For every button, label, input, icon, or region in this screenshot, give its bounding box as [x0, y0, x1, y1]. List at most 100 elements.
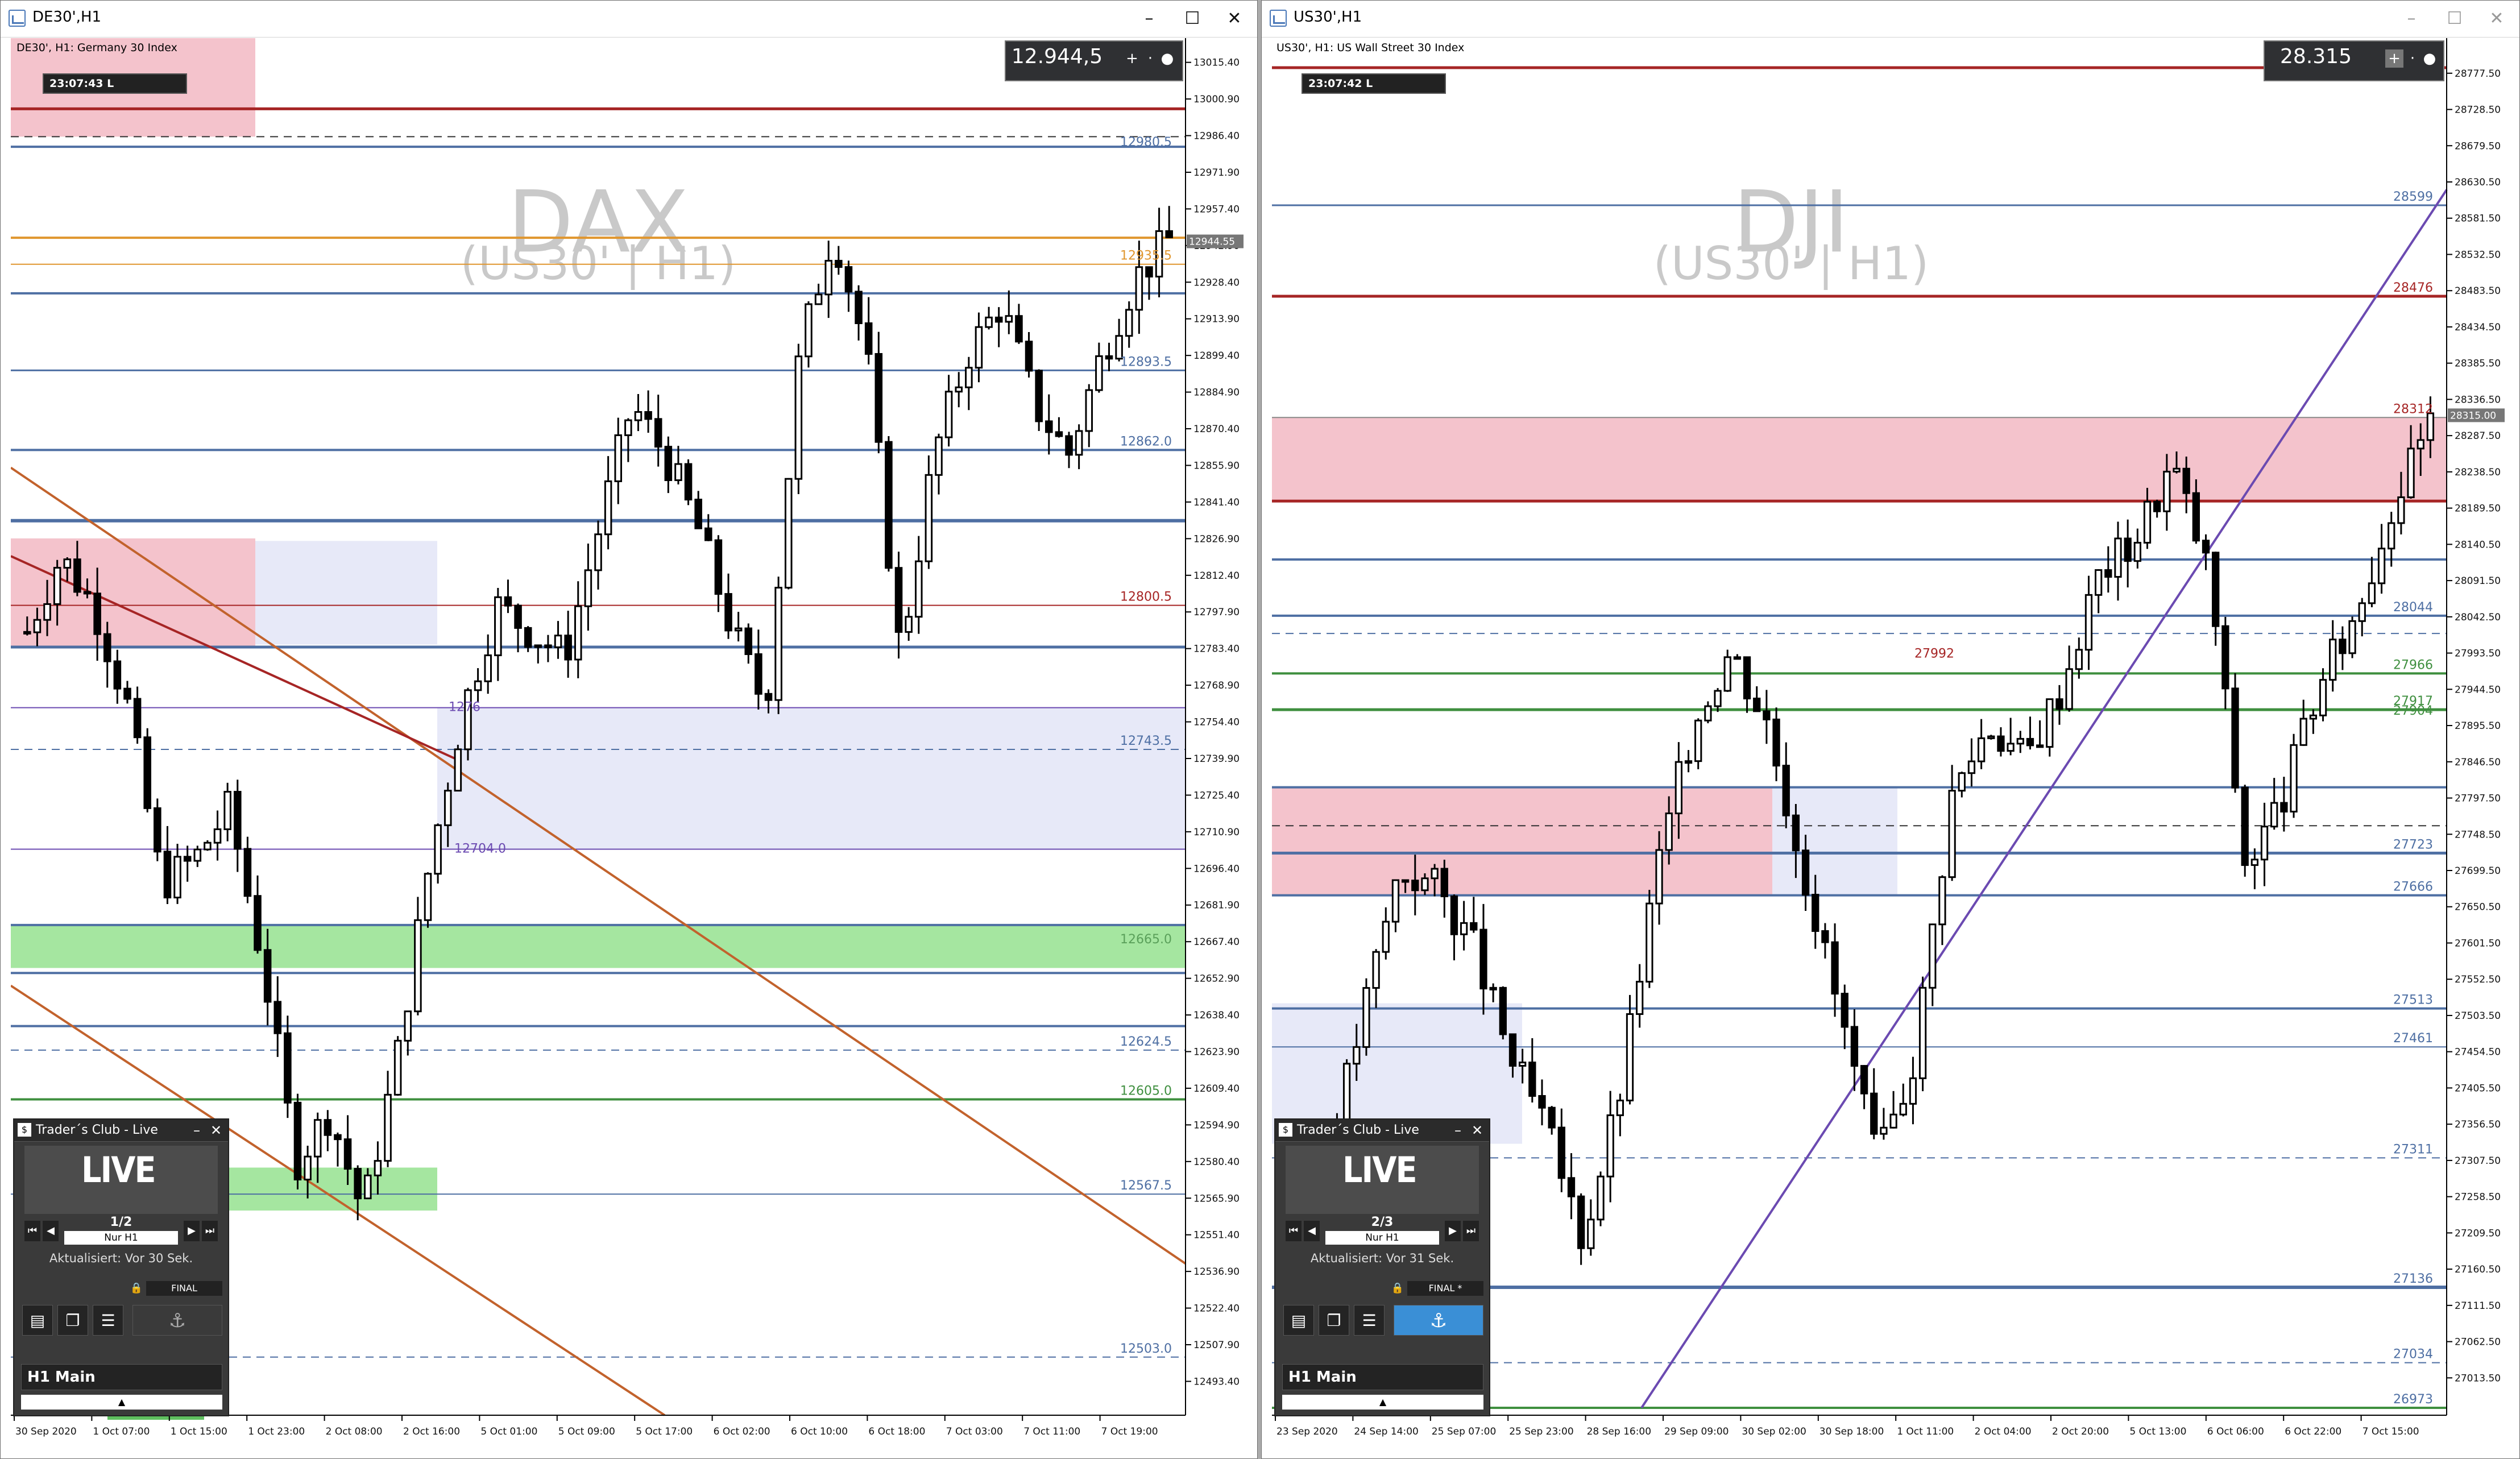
candle-body — [343, 1138, 352, 1170]
candle-body — [644, 411, 652, 420]
database-icon[interactable]: ☰ — [1354, 1305, 1385, 1336]
document-icon[interactable]: ▤ — [1283, 1305, 1314, 1336]
plus-button[interactable]: + — [2385, 49, 2403, 68]
x-tick-label: 5 Oct 17:00 — [636, 1426, 693, 1437]
y-tick-label: 12594.90 — [1193, 1120, 1240, 1131]
updated-text: Aktualisiert: Vor 31 Sek. — [1310, 1251, 1454, 1265]
plus-button[interactable]: + — [1123, 49, 1141, 68]
candle-body — [2329, 639, 2337, 681]
expand-button[interactable]: ▲ — [21, 1395, 222, 1410]
candle-body — [755, 653, 762, 695]
price-box[interactable]: 28.315 + · ● — [2264, 40, 2444, 81]
candle-body — [63, 558, 72, 569]
zone-red — [1272, 417, 2447, 501]
dot-button[interactable]: · — [2403, 49, 2422, 68]
anchor-button[interactable]: ⚓ — [132, 1305, 222, 1336]
group-name[interactable]: H1 Main — [21, 1364, 222, 1390]
panel-close-button[interactable]: ✕ — [1469, 1122, 1486, 1139]
window-titlebar[interactable]: DE30',H1 – ☐ ✕ — [1, 1, 1257, 38]
database-icon[interactable]: ☰ — [93, 1305, 123, 1336]
level-label: 28599 — [2393, 190, 2433, 204]
candle-body — [824, 260, 832, 296]
candle-body — [1665, 813, 1673, 851]
candle-body — [744, 627, 753, 656]
lock-icon[interactable]: 🔒 — [1390, 1281, 1405, 1296]
minimize-button[interactable]: – — [1132, 5, 1166, 32]
filter-label[interactable]: Nur H1 — [1325, 1231, 1439, 1245]
prev-page-button[interactable]: ◀ — [1304, 1221, 1320, 1241]
x-tick-label: 1 Oct 11:00 — [1897, 1426, 1954, 1437]
close-button[interactable]: ✕ — [2480, 5, 2514, 32]
expand-button[interactable]: ▲ — [1282, 1395, 1483, 1410]
windows-icon[interactable]: ❐ — [57, 1305, 88, 1336]
zone-red — [1272, 787, 1772, 896]
candle-body — [1508, 1033, 1517, 1067]
y-tick-label: 27111.50 — [2455, 1300, 2501, 1312]
chart-window-us30[interactable]: US30',H1 – ☐ ✕ DJI (US30' | H1) 28599 28476… — [1261, 0, 2520, 1459]
candle-body — [1870, 1092, 1878, 1135]
candle-body — [1440, 868, 1448, 897]
panel-header[interactable]: $ Trader´s Club - Live – ✕ — [14, 1120, 228, 1142]
candle-body — [193, 848, 202, 862]
panel-title: Trader´s Club - Live — [1297, 1123, 1419, 1137]
next-page-button[interactable]: ▶ — [184, 1221, 200, 1241]
maximize-button[interactable]: ☐ — [2438, 5, 2472, 32]
maximize-button[interactable]: ☐ — [1175, 5, 1209, 32]
panel-close-button[interactable]: ✕ — [208, 1122, 225, 1139]
filter-label[interactable]: Nur H1 — [64, 1231, 178, 1245]
window-titlebar[interactable]: US30',H1 – ☐ ✕ — [1262, 1, 2519, 38]
close-button[interactable]: ✕ — [1217, 5, 1251, 32]
document-icon[interactable]: ▤ — [22, 1305, 53, 1336]
first-page-button[interactable]: ⏮ — [1286, 1221, 1302, 1241]
candle-body — [1025, 341, 1033, 372]
minimize-button[interactable]: – — [2394, 5, 2428, 32]
candle-body — [594, 533, 602, 571]
last-page-button[interactable]: ⏭ — [202, 1221, 218, 1241]
candle-body — [2280, 802, 2288, 813]
y-tick-label: 28434.50 — [2455, 322, 2501, 333]
candle-body — [1401, 879, 1410, 883]
candle-body — [424, 873, 432, 921]
last-page-button[interactable]: ⏭ — [1463, 1221, 1479, 1241]
panel-minimize-button[interactable]: – — [1449, 1122, 1466, 1139]
x-tick-label: 7 Oct 11:00 — [1023, 1426, 1080, 1437]
panel-minimize-button[interactable]: – — [188, 1122, 205, 1139]
windows-icon[interactable]: ❐ — [1319, 1305, 1349, 1336]
level-label: 12605.0 — [1120, 1084, 1172, 1098]
candle-body — [1850, 1026, 1859, 1067]
panel-header[interactable]: $ Trader´s Club - Live – ✕ — [1275, 1120, 1489, 1142]
candle-body — [2212, 552, 2220, 627]
candle-body — [2182, 467, 2190, 494]
candle-body — [1353, 1046, 1361, 1065]
anchor-button[interactable]: ⚓ — [1394, 1305, 1483, 1336]
y-tick-label: 28091.50 — [2455, 575, 2501, 587]
group-name[interactable]: H1 Main — [1282, 1364, 1483, 1390]
page-navigator: 2/3 ⏮ ◀ Nur H1 ▶ ⏭ — [1286, 1215, 1479, 1247]
candle-body — [544, 644, 552, 648]
candle-body — [1694, 719, 1702, 762]
level-label: 12862.0 — [1120, 434, 1172, 449]
candle-body — [2260, 826, 2269, 861]
first-page-button[interactable]: ⏮ — [24, 1221, 40, 1241]
candle-body — [864, 322, 873, 355]
prev-page-button[interactable]: ◀ — [43, 1221, 59, 1241]
candle-body — [1646, 902, 1653, 983]
traders-club-panel[interactable]: $ Trader´s Club - Live – ✕ LIVE 2/3 ⏮ ◀ … — [1274, 1118, 1490, 1416]
chart-window-de30[interactable]: DE30',H1 – ☐ ✕ DAX (US30' | H1) 12980.5 129… — [0, 0, 1258, 1459]
price-box[interactable]: 12.944,5 + · ● — [1005, 40, 1183, 81]
y-tick-label: 27307.50 — [2455, 1155, 2501, 1167]
y-tick-label: 27699.50 — [2455, 865, 2501, 877]
traders-club-panel[interactable]: $ Trader´s Club - Live – ✕ LIVE 1/2 ⏮ ◀ … — [13, 1118, 229, 1416]
y-tick-label: 28777.50 — [2455, 68, 2501, 80]
next-page-button[interactable]: ▶ — [1445, 1221, 1461, 1241]
candle-body — [2339, 639, 2347, 654]
x-tick-label: 2 Oct 20:00 — [2052, 1426, 2109, 1437]
candle-body — [213, 828, 222, 844]
dot-button[interactable]: · — [1141, 49, 1159, 68]
candle-body — [163, 851, 172, 898]
toggle-icon[interactable]: ● — [1158, 49, 1176, 68]
y-tick-label: 12580.40 — [1193, 1157, 1240, 1168]
candle-body — [364, 1174, 372, 1200]
toggle-icon[interactable]: ● — [2420, 49, 2439, 68]
lock-icon[interactable]: 🔒 — [129, 1281, 144, 1296]
